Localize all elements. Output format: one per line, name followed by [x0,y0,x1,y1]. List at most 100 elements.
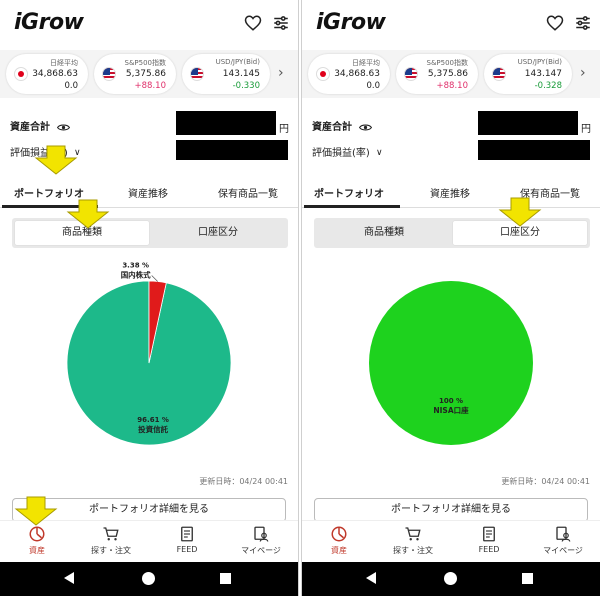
tab-portfolio[interactable]: ポートフォリオ [14,185,84,200]
ticker-change: 0.0 [64,81,78,91]
segment-account-type[interactable]: 口座区分 [151,221,285,245]
redacted-pnl [176,140,288,160]
bottom-nav: 資産 探す・注文 FEED マイページ [0,520,298,562]
ticker-sp500[interactable]: S&P500指数 5,375.86 +88.10 [396,54,478,94]
ticker-value: 34,868.63 [334,69,380,79]
pie-percent-label: 96.61 % [137,416,169,424]
cart-icon [405,527,421,541]
us-flag-icon [492,67,506,81]
segment-product-type[interactable]: 商品種類 [317,221,451,245]
pie-chart-icon [29,526,45,542]
yen-unit: 円 [279,124,289,135]
heart-icon[interactable] [244,14,262,32]
updated-time: 更新日時：04/24 00:41 [501,477,590,486]
japan-flag-icon [316,67,330,81]
nav-feed[interactable]: FEED [152,525,222,554]
eye-icon[interactable] [57,123,71,132]
app-header: iGrow [302,0,600,50]
portfolio-tabs: ポートフォリオ 資産推移 保有商品一覧 [0,178,298,208]
pnl-row[interactable]: 評価損益(率) ∨ [312,144,383,159]
market-ticker-strip: 日経平均 34,868.63 0.0 S&P500指数 5,375.86 +88… [0,50,298,98]
home-icon[interactable] [444,572,457,585]
ticker-sp500[interactable]: S&P500指数 5,375.86 +88.10 [94,54,176,94]
app-logo: iGrow [316,10,386,35]
nav-feed[interactable]: FEED [454,525,524,554]
pie-slice-label: 投資信託 [138,424,168,434]
redacted-total-assets [176,111,276,135]
back-icon[interactable] [64,572,74,584]
portfolio-detail-button[interactable]: ポートフォリオ詳細を見る [314,498,588,522]
ticker-value: 5,375.86 [427,69,468,79]
recents-icon[interactable] [522,573,533,584]
mypage-icon [556,526,571,542]
nav-label: マイページ [543,546,583,555]
ticker-name: S&P500指数 [124,59,166,67]
heart-icon[interactable] [546,14,564,32]
chevron-right-icon[interactable]: › [278,66,290,80]
filter-icon[interactable] [574,14,592,32]
account-pie-chart: 100 %NISA口座 [369,281,533,445]
ticker-value: 5,375.86 [125,69,166,79]
us-flag-icon [190,67,204,81]
recents-icon[interactable] [220,573,231,584]
pie-leader-line [151,275,158,282]
ticker-name: 日経平均 [352,59,380,67]
ticker-name: 日経平均 [50,59,78,67]
app-logo: iGrow [14,10,84,35]
nav-search-order[interactable]: 探す・注文 [76,525,146,556]
portfolio-tabs: ポートフォリオ 資産推移 保有商品一覧 [302,178,600,208]
filter-icon[interactable] [272,14,290,32]
tab-portfolio[interactable]: ポートフォリオ [314,185,384,200]
home-icon[interactable] [142,572,155,585]
pie-chart-icon [331,526,347,542]
screen-left: iGrow 日経平均 34,868.63 0.0 S&P500指数 5,375.… [0,0,298,596]
nav-label: 探す・注文 [91,546,131,555]
nav-assets[interactable]: 資産 [2,525,72,556]
redacted-pnl [478,140,590,160]
pnl-label: 評価損益(率) [312,148,370,159]
ticker-change: 0.0 [366,81,380,91]
nav-label: FEED [176,545,198,554]
yen-unit: 円 [581,124,591,135]
feed-icon [181,526,193,542]
tab-asset-history[interactable]: 資産推移 [128,185,168,200]
nav-search-order[interactable]: 探す・注文 [378,525,448,556]
nav-label: 探す・注文 [393,546,433,555]
ticker-value: 34,868.63 [32,69,78,79]
bottom-nav: 資産 探す・注文 FEED マイページ [302,520,600,562]
cart-icon [103,527,119,541]
ticker-change: -0.330 [232,81,260,91]
panel-divider [298,0,302,596]
ticker-change: +88.10 [436,81,468,91]
breakdown-segment: 商品種類 口座区分 [314,218,590,248]
eye-icon[interactable] [359,123,373,132]
nav-label: FEED [478,545,500,554]
ticker-nikkei[interactable]: 日経平均 34,868.63 0.0 [6,54,88,94]
mypage-icon [254,526,269,542]
total-assets-row: 資産合計 [10,118,71,133]
redacted-total-assets [478,111,578,135]
ticker-value: 143.147 [524,69,562,79]
system-nav-bar [0,562,298,596]
nav-mypage[interactable]: マイページ [226,525,296,556]
screen-right: iGrow 日経平均 34,868.63 0.0 S&P500指数 5,375.… [302,0,600,596]
active-tab-indicator [304,205,400,208]
ticker-name: S&P500指数 [426,59,468,67]
nav-mypage[interactable]: マイページ [528,525,598,556]
nav-assets[interactable]: 資産 [304,525,374,556]
arrow-down-icon [66,199,110,229]
portfolio-pie-chart: 96.61 %投資信託 3.38 %国内株式 [66,261,232,446]
tab-holdings[interactable]: 保有商品一覧 [218,185,278,200]
chevron-right-icon[interactable]: › [580,66,592,80]
us-flag-icon [404,67,418,81]
app-header: iGrow [0,0,298,50]
ticker-usdjpy[interactable]: USD/JPY(Bid) 143.147 -0.328 [484,54,572,94]
back-icon[interactable] [366,572,376,584]
pie-slice-label: NISA口座 [433,405,469,415]
ticker-usdjpy[interactable]: USD/JPY(Bid) 143.145 -0.330 [182,54,270,94]
feed-icon [483,526,495,542]
ticker-nikkei[interactable]: 日経平均 34,868.63 0.0 [308,54,390,94]
ticker-change: -0.328 [534,81,562,91]
tab-asset-history[interactable]: 資産推移 [430,185,470,200]
total-assets-label: 資産合計 [10,122,50,133]
